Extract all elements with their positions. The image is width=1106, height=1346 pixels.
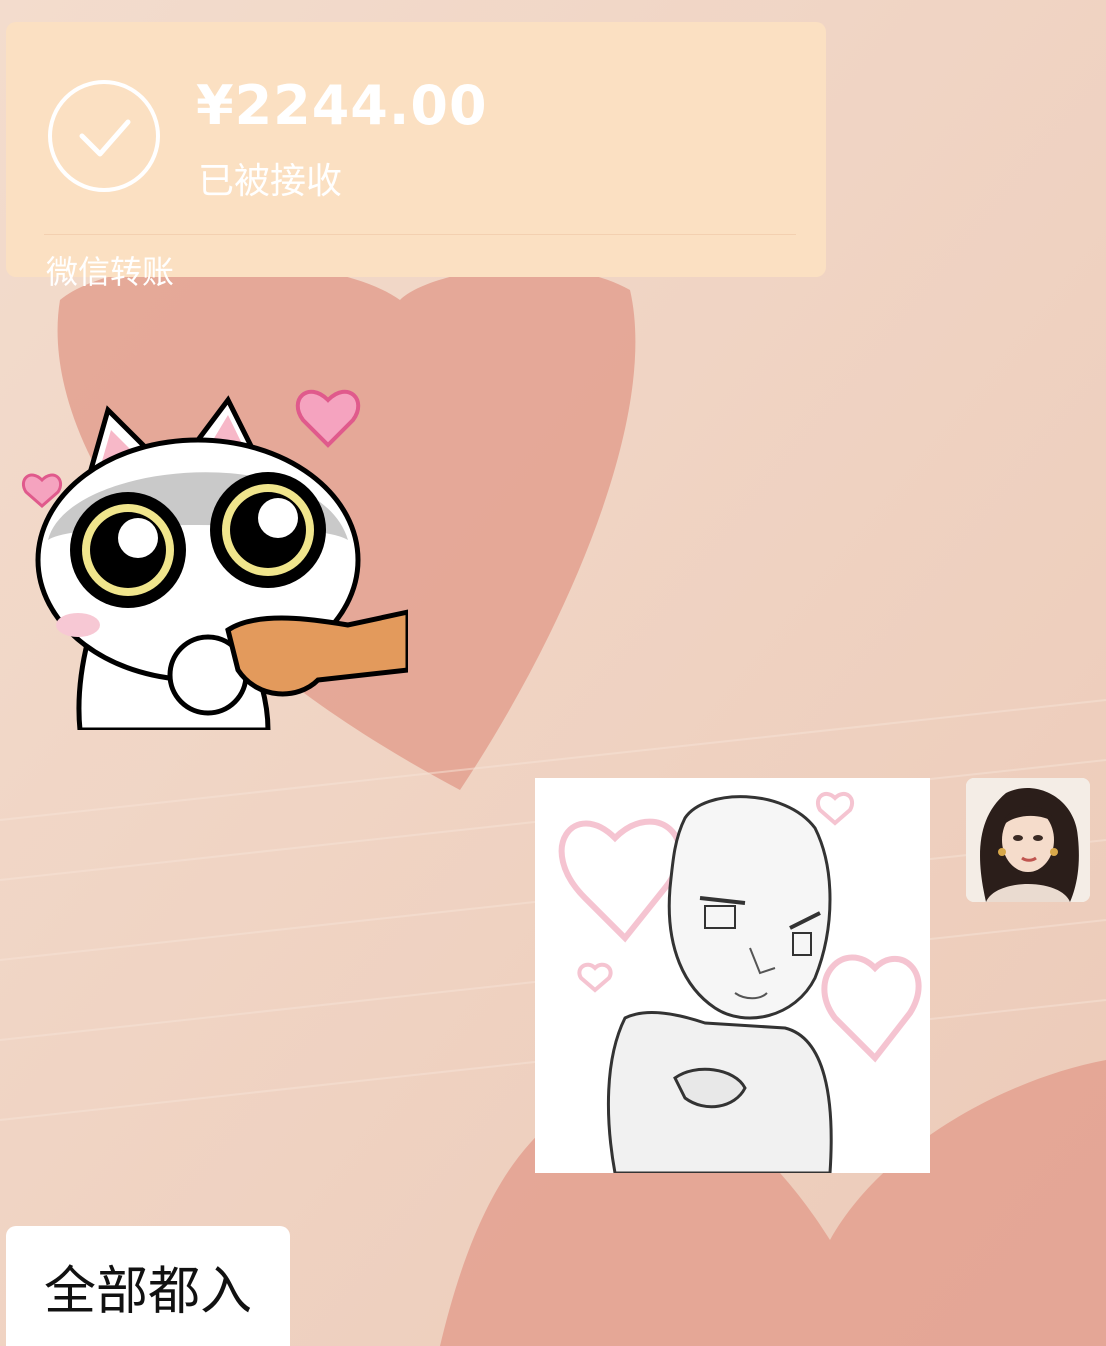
transfer-source-label: 微信转账 — [46, 253, 175, 291]
check-icon — [48, 80, 160, 192]
transfer-amount: ¥2244.00 — [196, 74, 488, 137]
message-text: 全部都入 — [44, 1261, 253, 1322]
transfer-status: 已被接收 — [198, 161, 343, 202]
heart-icon — [21, 473, 63, 508]
user-avatar[interactable] — [966, 778, 1090, 902]
card-divider — [44, 234, 796, 235]
cat-hearts-sticker[interactable] — [18, 340, 408, 730]
heart-icon — [295, 389, 361, 448]
sketch-man-hearts-sticker[interactable] — [535, 778, 930, 1173]
wechat-transfer-card[interactable]: ¥2244.00 已被接收 微信转账 — [6, 22, 826, 291]
message-bubble[interactable]: 全部都入 — [6, 1226, 291, 1346]
